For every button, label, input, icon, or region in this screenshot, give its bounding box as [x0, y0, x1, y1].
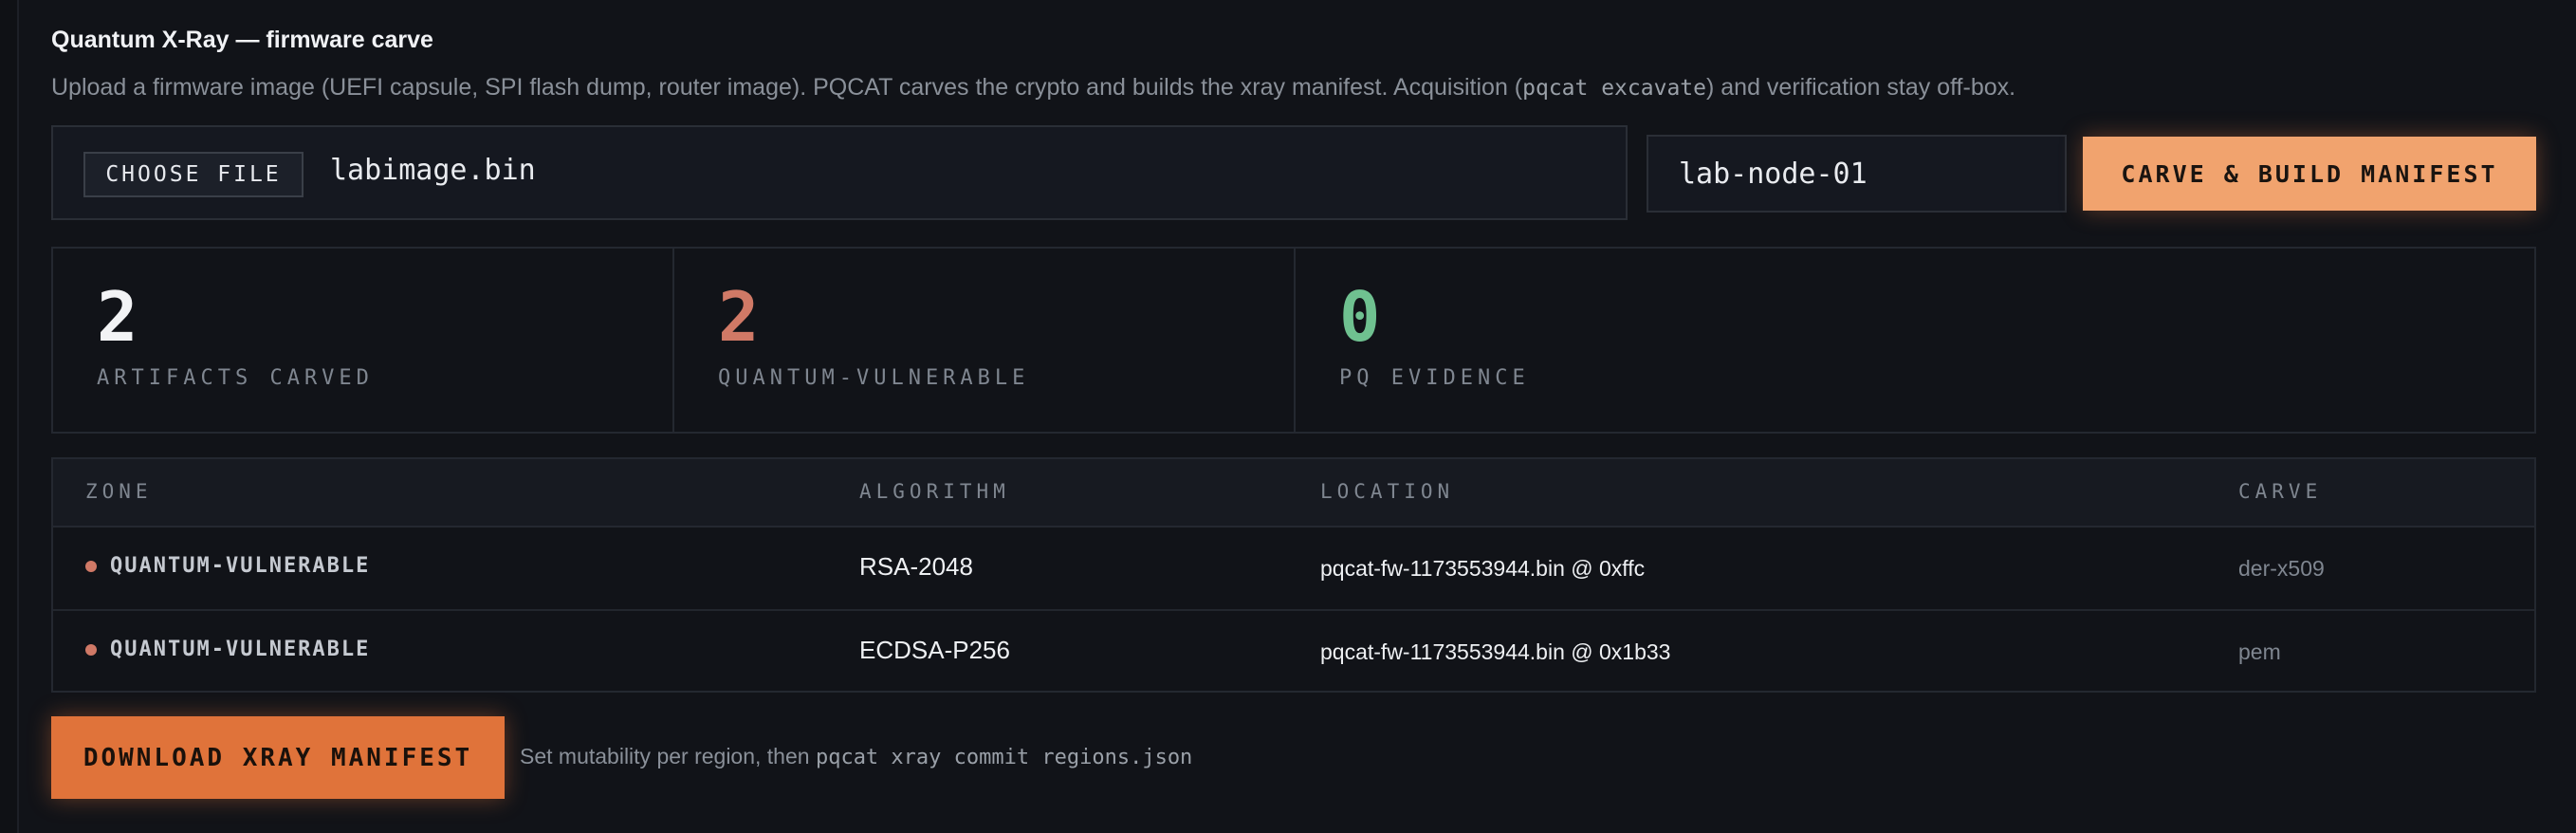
stat-value: 0 — [1339, 277, 1381, 357]
stat-value: 2 — [718, 277, 760, 357]
stat-artifacts-carved: 2 ARTIFACTS CARVED — [53, 249, 674, 432]
algorithm-cell: ECDSA-P256 — [859, 636, 1010, 664]
carve-cell: pem — [2238, 639, 2281, 664]
commit-hint: Set mutability per region, then pqcat xr… — [520, 744, 1192, 769]
stat-value: 2 — [97, 277, 138, 357]
vulnerable-status-dot — [85, 560, 97, 572]
selected-file-name: labimage.bin — [330, 154, 536, 187]
zone-cell: QUANTUM-VULNERABLE — [85, 638, 370, 661]
page-title: Quantum X-Ray — firmware carve — [51, 27, 433, 53]
stat-quantum-vulnerable: 2 QUANTUM-VULNERABLE — [674, 249, 1296, 432]
node-name-input[interactable] — [1647, 135, 2067, 213]
column-header-zone: ZONE — [85, 480, 153, 503]
hint-prefix: Set mutability per region, then — [520, 744, 816, 768]
stat-label: PQ EVIDENCE — [1339, 366, 1530, 390]
zone-cell: QUANTUM-VULNERABLE — [85, 554, 370, 578]
table-row[interactable]: QUANTUM-VULNERABLE RSA-2048 pqcat-fw-117… — [53, 528, 2534, 611]
artifacts-table: ZONE ALGORITHM LOCATION CARVE QUANTUM-VU… — [51, 457, 2536, 693]
table-header: ZONE ALGORITHM LOCATION CARVE — [53, 459, 2534, 528]
stats-summary: 2 ARTIFACTS CARVED 2 QUANTUM-VULNERABLE … — [51, 247, 2536, 434]
carve-build-manifest-button[interactable]: CARVE & BUILD MANIFEST — [2083, 137, 2536, 211]
table-row[interactable]: QUANTUM-VULNERABLE ECDSA-P256 pqcat-fw-1… — [53, 611, 2534, 693]
zone-label: QUANTUM-VULNERABLE — [110, 638, 371, 661]
description-prefix: Upload a firmware image (UEFI capsule, S… — [51, 74, 1523, 101]
choose-file-button[interactable]: CHOOSE FILE — [83, 152, 304, 197]
column-header-location: LOCATION — [1320, 480, 1455, 503]
stat-label: ARTIFACTS CARVED — [97, 366, 374, 390]
zone-label: QUANTUM-VULNERABLE — [110, 554, 371, 578]
description-code-excavate: pqcat excavate — [1522, 76, 1706, 101]
column-header-algorithm: ALGORITHM — [859, 480, 1010, 503]
algorithm-cell: RSA-2048 — [859, 552, 973, 581]
description-suffix: ) and verification stay off-box. — [1706, 74, 2016, 101]
location-cell: pqcat-fw-1173553944.bin @ 0x1b33 — [1320, 639, 1671, 664]
stat-pq-evidence: 0 PQ EVIDENCE — [1296, 249, 2534, 432]
column-header-carve: CARVE — [2238, 480, 2323, 503]
download-xray-manifest-button[interactable]: DOWNLOAD XRAY MANIFEST — [51, 716, 505, 799]
vulnerable-status-dot — [85, 643, 97, 656]
page-description: Upload a firmware image (UEFI capsule, S… — [51, 74, 2015, 102]
hint-code: pqcat xray commit regions.json — [815, 746, 1193, 769]
carve-cell: der-x509 — [2238, 556, 2325, 581]
location-cell: pqcat-fw-1173553944.bin @ 0xffc — [1320, 556, 1646, 581]
stat-label: QUANTUM-VULNERABLE — [718, 366, 1030, 390]
file-upload-field[interactable]: CHOOSE FILE labimage.bin — [51, 125, 1628, 220]
